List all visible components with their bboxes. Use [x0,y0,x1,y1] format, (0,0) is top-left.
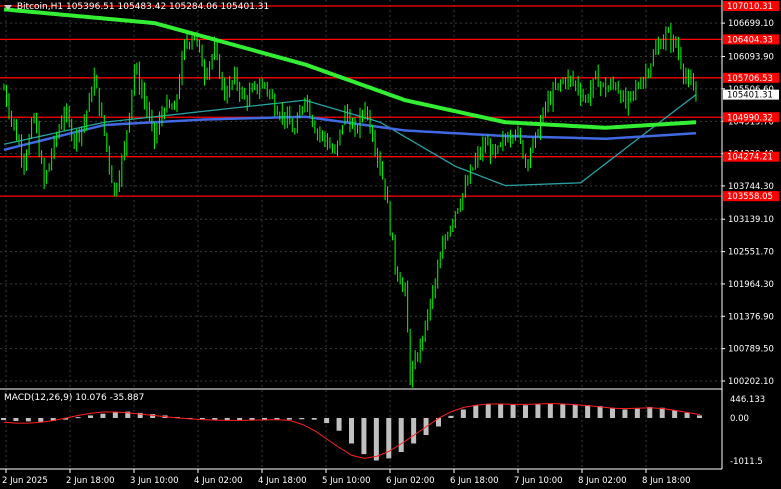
current-price-label: 105401.31 [727,91,773,101]
macd-bar [75,417,81,419]
macd-bar [535,404,541,418]
macd-bar [647,406,653,418]
macd-bar [672,410,678,418]
price-level-label: 103558.05 [727,192,773,202]
price-tick-label: 106699.10 [728,19,774,29]
time-tick-label: 4 Jun 18:00 [258,476,307,486]
time-tick-label: 8 Jun 02:00 [578,476,627,486]
macd-bar [634,408,640,418]
macd-bar [547,403,553,418]
macd-bar [398,417,404,453]
time-tick-label: 6 Jun 02:00 [386,476,435,486]
macd-bar [311,417,317,420]
price-level-label: 104274.21 [727,153,773,163]
macd-info: MACD(12,26,9) 10.076 -35.887 [4,393,144,404]
price-level-label: 106404.33 [727,35,773,45]
macd-bar [460,409,466,418]
price-tick-label: 101376.90 [728,312,774,322]
macd-tick-label: -1011.5 [730,457,763,467]
macd-tick-label: 446.133 [730,395,765,405]
price-tick-label: 103139.10 [728,215,774,225]
macd-bar [523,405,528,418]
macd-bar [1,417,6,421]
macd-bar [100,413,106,418]
time-tick-label: 4 Jun 02:00 [194,476,243,486]
macd-bar [38,417,44,422]
macd-bar [286,417,292,420]
macd-bar [473,405,479,418]
price-level-label: 107010.31 [727,2,773,12]
macd-bar [560,403,566,418]
time-tick-label: 6 Jun 18:00 [450,476,499,486]
macd-bar [88,415,93,418]
ohlc-values: 105396.51 105483.42 105284.06 105401.31 [65,2,270,12]
macd-bar [361,417,367,455]
macd-bar [448,415,454,418]
macd-bar [25,417,31,422]
macd-bar [585,405,591,418]
macd-bar [510,404,516,418]
price-levels [0,5,722,197]
price-tick-label: 102551.70 [728,248,774,258]
macd-bar [622,409,628,418]
macd-tick-label: 0.00 [730,414,749,424]
macd-bar [112,412,118,418]
macd-bar [336,417,342,431]
macd-bar [610,407,615,418]
macd-indicator [1,403,702,461]
macd-bar [572,404,578,418]
macd-bar [349,417,354,444]
chart-canvas[interactable]: 106699.10106093.90105506.60104915.701043… [0,0,781,489]
price-tick-label: 101964.30 [728,280,774,290]
time-tick-label: 5 Jun 10:00 [322,476,371,486]
collapse-arrow-icon[interactable] [4,4,12,10]
price-tick-label: 106093.90 [728,52,774,62]
price-tick-label: 103744.30 [728,182,774,192]
time-tick-label: 8 Jun 18:00 [642,476,691,486]
time-tick-label: 7 Jun 10:00 [514,476,563,486]
ma-teal-line [3,94,697,187]
macd-bar [659,407,665,418]
macd-bar [485,404,491,418]
moving-average-teal [3,94,697,187]
macd-bar [684,412,690,418]
time-tick-label: 3 Jun 10:00 [130,476,179,486]
macd-bar [597,406,603,418]
time-axis: 2 Jun 2025 2 Jun 18:00 3 Jun 10:00 4 Jun 02… [2,469,691,486]
time-tick-label: 2 Jun 18:00 [66,476,115,486]
macd-bar [411,417,417,444]
macd-bar [299,417,305,420]
macd-bar [324,417,330,424]
macd-bar [498,403,504,418]
price-level-label: 104990.32 [727,113,773,123]
price-tick-label: 100789.50 [728,345,774,355]
macd-label: MACD(12,26,9) 10.076 -35.887 [4,393,145,403]
macd-bar [212,417,218,420]
price-level-label: 105706.53 [727,74,773,84]
time-tick-label: 2 Jun 2025 [2,476,48,486]
macd-bar [697,415,702,418]
symbol-name: Bitcoin,H1 [16,2,64,12]
price-tick-label: 100202.10 [728,377,774,387]
macd-bar [13,417,19,421]
symbol-info: Bitcoin,H1 105396.51 105483.42 105284.06… [4,2,269,13]
macd-bar [373,417,379,461]
